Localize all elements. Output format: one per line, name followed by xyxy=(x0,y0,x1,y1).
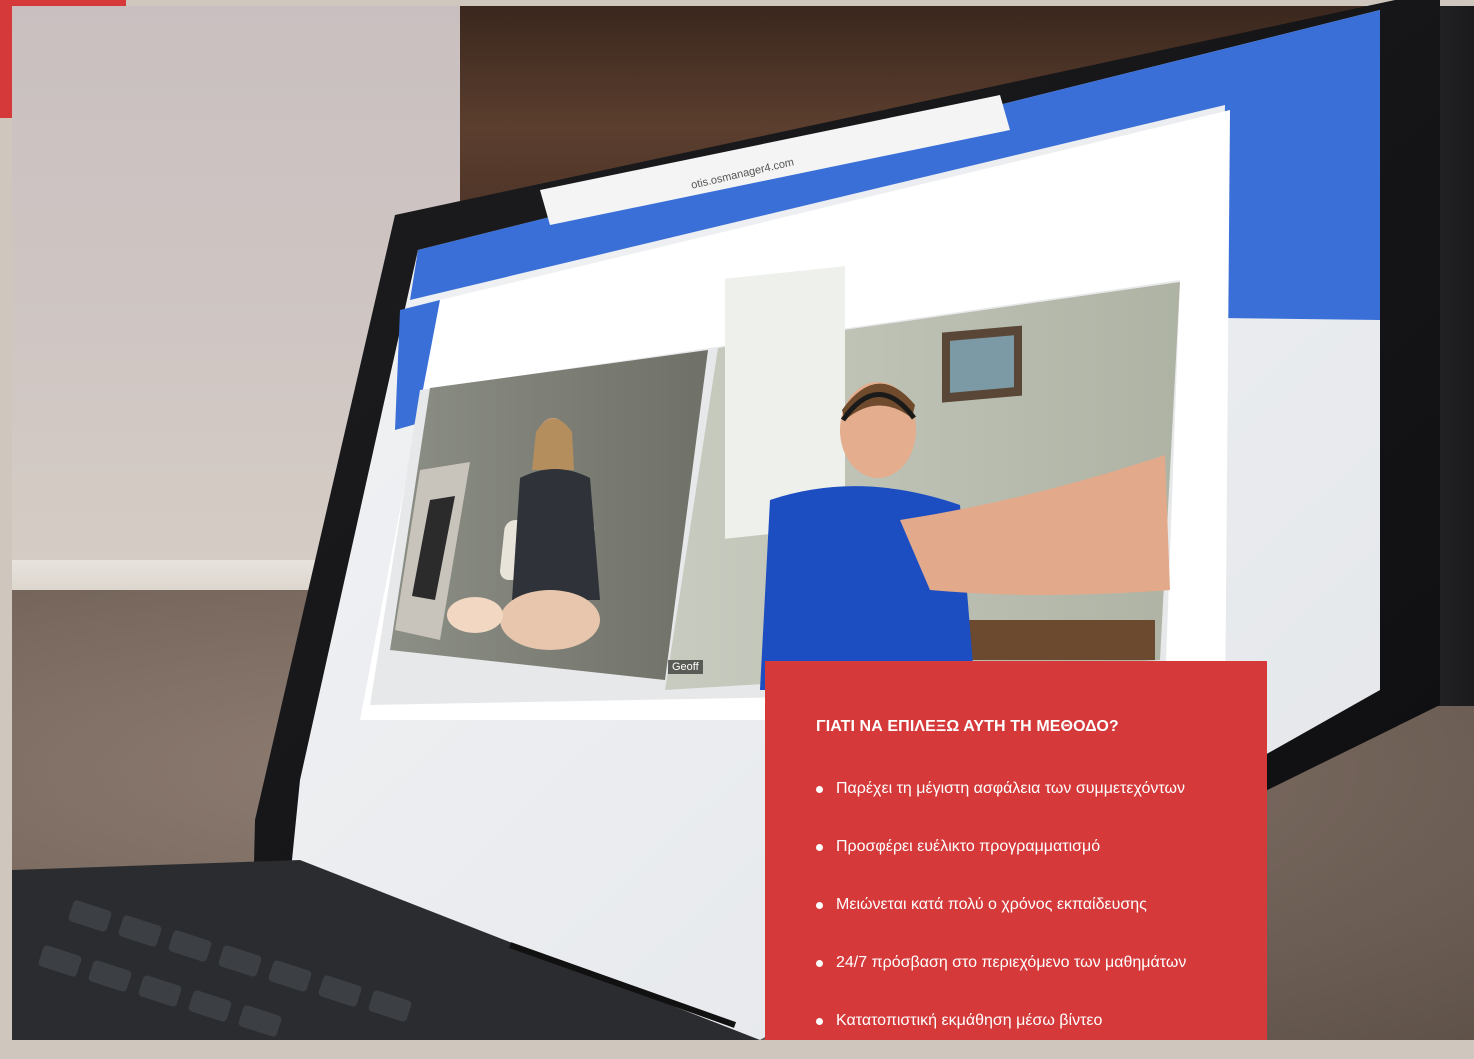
photo-participant-label: Geoff xyxy=(668,660,703,674)
benefit-item: Προσφέρει ευέλικτο προγραμματισμό xyxy=(816,827,1186,885)
benefit-item: 24/7 πρόσβαση στο περιεχόμενο των μαθημά… xyxy=(816,943,1186,1001)
red-side-accent xyxy=(0,0,12,118)
bullet-icon xyxy=(816,843,823,851)
benefits-title: ΓΙΑΤΙ ΝΑ ΕΠΙΛΕΞΩ ΑΥΤΗ ΤΗ ΜΕΘΟΔΟ? xyxy=(816,718,1119,735)
bullet-icon xyxy=(816,1017,823,1025)
manikin-head xyxy=(447,597,503,633)
manikin-torso xyxy=(500,590,600,650)
benefit-text: Παρέχει τη μέγιστη ασφάλεια των συμμετεχ… xyxy=(836,780,1185,797)
benefit-text: 24/7 πρόσβαση στο περιεχόμενο των μαθημά… xyxy=(836,954,1187,971)
bullet-icon xyxy=(816,959,823,967)
benefit-item: Κατατοπιστική εκμάθηση μέσω βίντεο xyxy=(816,1001,1186,1059)
woman-body xyxy=(512,469,600,600)
bullet-icon xyxy=(816,901,823,909)
picture-art xyxy=(950,335,1014,393)
benefit-item: Μειώνεται κατά πολύ ο χρόνος εκπαίδευσης xyxy=(816,885,1186,943)
bullet-icon xyxy=(816,785,823,793)
benefit-text: Προσφέρει ευέλικτο προγραμματισμό xyxy=(836,838,1101,855)
benefit-text: Μειώνεται κατά πολύ ο χρόνος εκπαίδευσης xyxy=(836,896,1147,913)
benefit-item: Παρέχει τη μέγιστη ασφάλεια των συμμετεχ… xyxy=(816,769,1186,827)
benefits-panel: ΓΙΑΤΙ ΝΑ ΕΠΙΛΕΞΩ ΑΥΤΗ ΤΗ ΜΕΘΟΔΟ? Παρέχει… xyxy=(765,661,1267,1040)
benefit-text: Κατατοπιστική εκμάθηση μέσω βίντεο xyxy=(836,1012,1103,1029)
red-corner-accent xyxy=(0,0,126,6)
benefits-list: Παρέχει τη μέγιστη ασφάλεια των συμμετεχ… xyxy=(816,769,1186,1059)
